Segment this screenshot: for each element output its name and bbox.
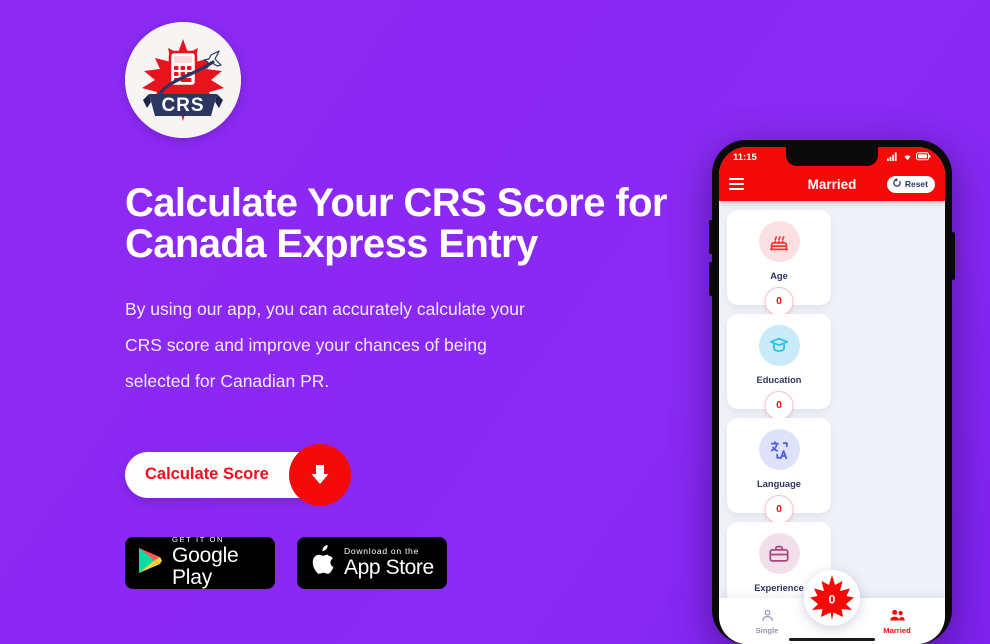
people-icon: [889, 608, 906, 625]
status-time: 11:15: [733, 151, 757, 163]
calculate-score-label: Calculate Score: [145, 465, 269, 484]
nav-item-single[interactable]: Single: [741, 608, 793, 635]
signal-icon: [887, 148, 898, 166]
google-play-badge[interactable]: GET IT ON Google Play: [125, 535, 275, 590]
nav-label-married: Married: [883, 625, 911, 635]
translate-icon: [758, 429, 800, 470]
arrow-down-icon: [305, 460, 335, 490]
volume-down-button[interactable]: [709, 262, 713, 296]
maple-leaf-score-fab[interactable]: 0: [804, 570, 860, 626]
card-education[interactable]: Education 0: [727, 314, 831, 420]
card-age[interactable]: Age 0: [727, 210, 831, 316]
card-score: 0: [764, 495, 794, 524]
bottom-navigation: Single Married 0: [719, 570, 945, 644]
app-store-big-text: App Store: [344, 555, 434, 579]
power-button[interactable]: [951, 232, 955, 280]
home-indicator: [789, 637, 875, 641]
birthday-cake-icon: [758, 221, 800, 262]
svg-text:CRS: CRS: [161, 95, 204, 116]
reset-label: Reset: [904, 179, 928, 189]
card-label: Experience: [754, 583, 804, 593]
app-store-badge[interactable]: Download on the App Store: [297, 536, 447, 589]
nav-item-married[interactable]: Married: [871, 608, 923, 635]
card-score: 0: [764, 287, 794, 316]
hero-paragraph: By using our app, you can accurately cal…: [125, 298, 525, 391]
wifi-icon: [902, 148, 913, 166]
apple-icon: [309, 545, 335, 580]
headline-line-1: Calculate Your CRS Score for: [125, 181, 667, 225]
card-label: Language: [757, 479, 801, 489]
app-bar: Married Reset: [719, 167, 945, 201]
card-language[interactable]: Language 0: [727, 418, 831, 524]
phone-screen: 11:15 Married Reset Age 0 Education 0 La…: [719, 147, 945, 644]
phone-mockup: 11:15 Married Reset Age 0 Education 0 La…: [709, 140, 955, 644]
fab-score: 0: [828, 592, 836, 607]
card-label: Education: [756, 375, 802, 385]
reset-button[interactable]: Reset: [886, 175, 935, 193]
calculate-score-cta: Calculate Score: [125, 443, 375, 506]
status-bar: 11:15: [719, 147, 945, 167]
crs-canada-logo: CRS: [125, 22, 241, 138]
nav-label-single: Single: [755, 625, 779, 635]
graduation-cap-icon: [758, 325, 800, 366]
headline-line-2: Canada Express Entry: [125, 221, 538, 266]
card-label: Age: [770, 271, 788, 281]
card-score: 0: [764, 391, 794, 420]
briefcase-icon: [758, 533, 800, 574]
page-title: Calculate Your CRS Score for Canada Expr…: [125, 183, 695, 265]
store-badges: GET IT ON Google Play Download on the Ap…: [125, 535, 695, 590]
phone-notch: [786, 147, 878, 166]
undo-icon: [892, 178, 902, 190]
battery-icon: [916, 148, 931, 166]
volume-up-button[interactable]: [709, 220, 713, 254]
person-icon: [760, 608, 775, 625]
hamburger-menu-icon[interactable]: [729, 178, 744, 190]
google-play-big-text: Google Play: [172, 543, 239, 590]
arrow-down-button[interactable]: [289, 443, 351, 506]
hero-section: CRS Calculate Your CRS Score for Canada …: [125, 22, 695, 589]
google-play-icon: [137, 546, 163, 580]
